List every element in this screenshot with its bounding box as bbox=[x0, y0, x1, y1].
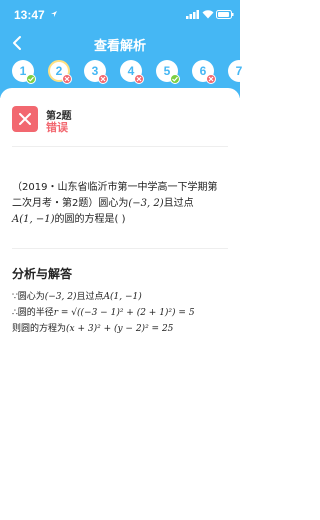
wrong-icon bbox=[12, 106, 38, 132]
question-text-part: 的圆的方程是( ) bbox=[54, 214, 126, 225]
cross-icon bbox=[62, 74, 72, 84]
solution-math: r = √((−3 − 1)² + (2 + 1)²) = 5 bbox=[53, 308, 195, 318]
question-nav-item[interactable]: 2 bbox=[48, 60, 74, 86]
divider bbox=[12, 146, 228, 147]
question-nav-item[interactable]: 7 bbox=[228, 60, 254, 86]
result-status: 错误 bbox=[46, 121, 68, 134]
question-nav-item[interactable]: 4 bbox=[120, 60, 146, 86]
question-text-part: 且过点 bbox=[163, 198, 194, 209]
question-nav-item[interactable]: 3 bbox=[84, 60, 110, 86]
status-time: 13:47 bbox=[14, 8, 45, 22]
solution-line: ∵圆心为(−3, 2)且过点A(1, −1) bbox=[12, 290, 232, 304]
solution-math: (−3, 2) bbox=[44, 292, 77, 302]
solution-text: ∵圆心为 bbox=[12, 292, 45, 302]
solution-line: 则圆的方程为(x + 3)² + (y − 2)² = 25 bbox=[12, 322, 232, 336]
battery-icon bbox=[216, 10, 234, 19]
question-math: (−3, 2) bbox=[128, 198, 164, 209]
question-text: （2019・山东省临沂市第一中学高一下学期第 二次月考・第2题）圆心为(−3, … bbox=[12, 180, 230, 228]
question-navigator: 1234567 bbox=[0, 58, 250, 90]
cross-icon bbox=[134, 74, 144, 84]
check-icon bbox=[170, 74, 180, 84]
status-bar: 13:47 bbox=[0, 0, 240, 30]
analysis-title: 分析与解答 bbox=[12, 267, 73, 281]
check-icon bbox=[26, 74, 36, 84]
solution-math: (x + 3)² + (y − 2)² = 25 bbox=[66, 324, 174, 334]
location-icon bbox=[51, 11, 57, 17]
solution-text: 且过点 bbox=[76, 292, 104, 302]
solution-text: ∴圆的半径 bbox=[12, 308, 54, 318]
question-nav-item[interactable]: 6 bbox=[192, 60, 218, 86]
solution-math: A(1, −1) bbox=[103, 292, 142, 302]
question-line: （2019・山东省临沂市第一中学高一下学期第 bbox=[12, 182, 218, 193]
question-line: A(1, −1)的圆的方程是( ) bbox=[12, 212, 230, 228]
question-math: A(1, −1) bbox=[12, 214, 55, 225]
page-title: 查看解析 bbox=[93, 38, 146, 53]
question-text-part: 二次月考・第2题）圆心为 bbox=[12, 198, 129, 209]
solution-line: ∴圆的半径r = √((−3 − 1)² + (2 + 1)²) = 5 bbox=[12, 306, 232, 320]
cross-icon bbox=[98, 74, 108, 84]
signal-icon bbox=[186, 10, 199, 19]
question-line: 二次月考・第2题）圆心为(−3, 2)且过点 bbox=[12, 196, 230, 212]
cross-icon bbox=[206, 74, 216, 84]
divider bbox=[12, 248, 228, 249]
question-nav-number: 7 bbox=[228, 60, 250, 82]
analysis-card: 第2题 错误 （2019・山东省临沂市第一中学高一下学期第 二次月考・第2题）圆… bbox=[0, 88, 240, 510]
nav-bar: 查看解析 bbox=[0, 30, 240, 56]
solution-text: 则圆的方程为 bbox=[12, 324, 67, 334]
wifi-icon bbox=[202, 10, 214, 19]
question-nav-item[interactable]: 1 bbox=[12, 60, 38, 86]
question-nav-item[interactable]: 5 bbox=[156, 60, 182, 86]
